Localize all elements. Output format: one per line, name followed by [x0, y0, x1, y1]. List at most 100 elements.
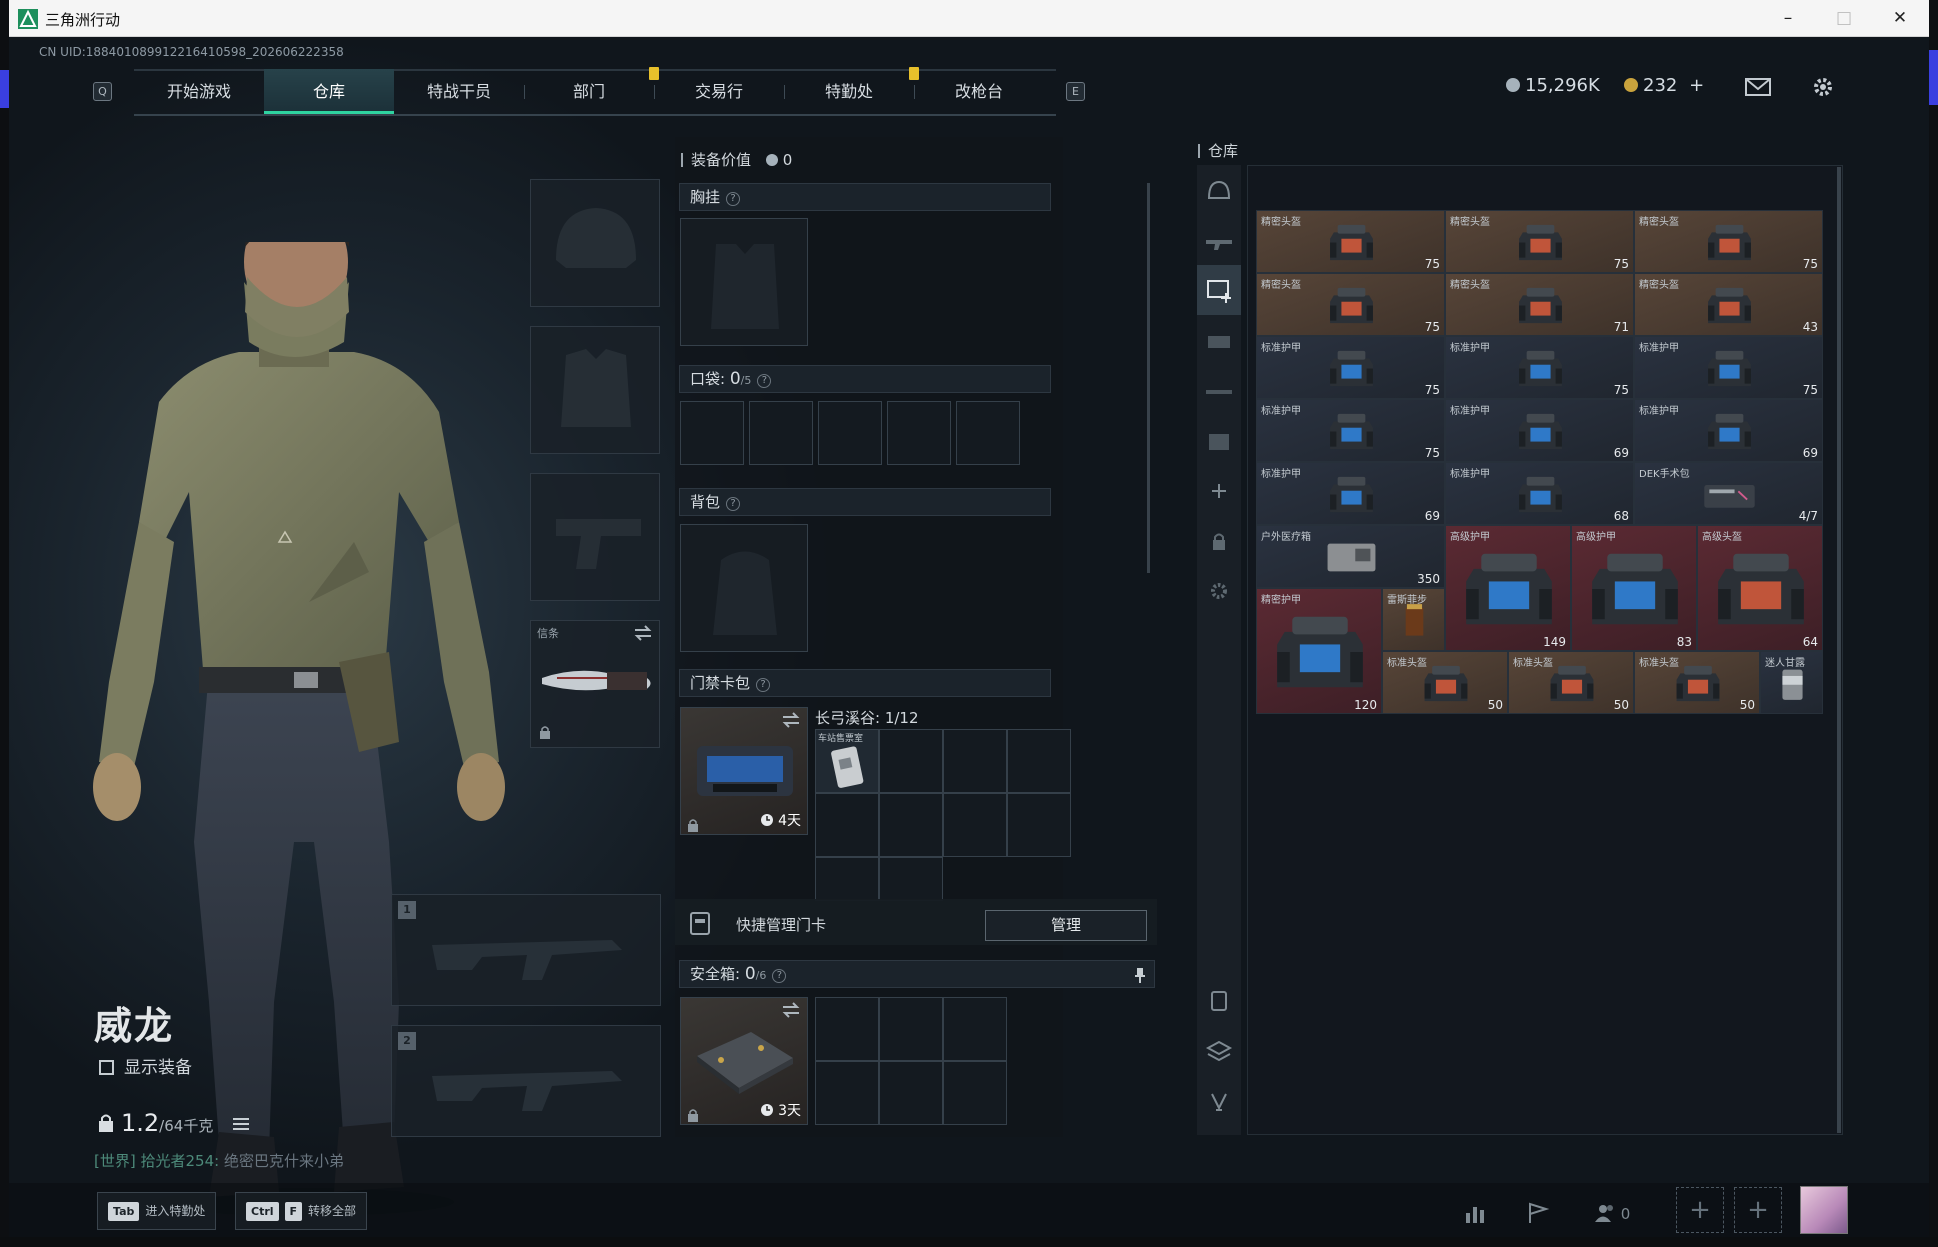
- warehouse-item[interactable]: 标准护甲 69: [1634, 399, 1823, 462]
- warehouse-item[interactable]: 标准护甲 75: [1256, 336, 1445, 399]
- swap-icon[interactable]: [633, 625, 653, 641]
- tab-operators[interactable]: 特战干员: [394, 69, 524, 114]
- attachment-filter-icon[interactable]: [1200, 372, 1238, 410]
- swap-icon[interactable]: [781, 712, 801, 728]
- keycard-case-slot[interactable]: 4天: [680, 707, 808, 835]
- player-avatar[interactable]: [1800, 1186, 1848, 1234]
- gold-currency[interactable]: 232 +: [1624, 75, 1704, 96]
- lock-filter-icon[interactable]: [1200, 522, 1238, 560]
- keycard-empty-slot[interactable]: [943, 793, 1007, 857]
- world-chat-line[interactable]: [世界] 拾光者254: 绝密巴克什来小弟: [94, 1150, 344, 1171]
- primary-weapon-slot-1[interactable]: 1: [391, 894, 661, 1006]
- team-invite-slot[interactable]: +: [1734, 1187, 1782, 1233]
- enter-special-ops-hint[interactable]: Tab 进入特勤处: [97, 1192, 217, 1230]
- helmet-filter-icon[interactable]: [1200, 172, 1238, 210]
- warehouse-scrollbar[interactable]: [1837, 167, 1841, 1133]
- keycard-empty-slot[interactable]: [815, 857, 879, 901]
- warehouse-item[interactable]: 精密头盔 75: [1256, 210, 1445, 273]
- tab-department[interactable]: 部门: [524, 69, 654, 114]
- warehouse-item[interactable]: 精密头盔 75: [1634, 210, 1823, 273]
- close-icon[interactable]: ✕: [1877, 0, 1923, 36]
- rifle-filter-icon[interactable]: [1200, 222, 1238, 260]
- help-icon[interactable]: ?: [757, 374, 772, 388]
- keycard-empty-slot[interactable]: [879, 857, 943, 901]
- keycard-empty-slot[interactable]: [879, 729, 943, 793]
- mail-icon[interactable]: [1744, 75, 1772, 99]
- loadout-scrollbar[interactable]: [1147, 183, 1150, 573]
- minimize-icon[interactable]: –: [1765, 0, 1811, 36]
- warehouse-item[interactable]: 标准护甲 69: [1256, 462, 1445, 525]
- pocket-slot[interactable]: [680, 401, 744, 465]
- ammo-filter-icon[interactable]: [1200, 322, 1238, 360]
- tab-trading[interactable]: 交易行: [654, 69, 784, 114]
- help-icon[interactable]: ?: [772, 969, 787, 983]
- warehouse-item[interactable]: 高级头盔 64: [1697, 525, 1823, 651]
- warehouse-item[interactable]: 标准护甲 75: [1634, 336, 1823, 399]
- warehouse-item[interactable]: 标准护甲 69: [1445, 399, 1634, 462]
- tab-warehouse[interactable]: 仓库: [264, 69, 394, 114]
- pocket-slot[interactable]: [887, 401, 951, 465]
- warehouse-item[interactable]: 精密头盔 43: [1634, 273, 1823, 336]
- keycard-empty-slot[interactable]: [1007, 793, 1071, 857]
- nav-prev-key[interactable]: Q: [93, 82, 112, 101]
- help-icon[interactable]: ?: [756, 678, 771, 692]
- helmet-slot[interactable]: [530, 179, 660, 307]
- warehouse-item[interactable]: 迷人甘露: [1760, 651, 1823, 714]
- swap-icon[interactable]: [781, 1002, 801, 1018]
- melee-slot[interactable]: 信条: [530, 620, 660, 748]
- pin-icon[interactable]: [1134, 967, 1146, 983]
- safe-box-cell[interactable]: [815, 997, 879, 1061]
- list-icon[interactable]: [232, 1117, 249, 1131]
- settings-filter-icon[interactable]: [1200, 572, 1238, 610]
- safe-box-cell[interactable]: [943, 1061, 1007, 1125]
- keycard-empty-slot[interactable]: [815, 793, 879, 857]
- manage-keycards-button[interactable]: 管理: [985, 910, 1147, 941]
- pistol-slot[interactable]: [530, 473, 660, 601]
- warehouse-item[interactable]: 精密护甲 120: [1256, 588, 1382, 714]
- help-icon[interactable]: ?: [726, 497, 741, 511]
- nav-next-key[interactable]: E: [1066, 82, 1085, 101]
- warehouse-item[interactable]: DEK手术包 4/7: [1634, 462, 1823, 525]
- safe-box-slot[interactable]: 3天: [680, 997, 808, 1125]
- safe-box-cell[interactable]: [943, 997, 1007, 1061]
- armor-filter-icon[interactable]: [1200, 271, 1238, 309]
- tab-special-ops[interactable]: 特勤处: [784, 69, 914, 114]
- warehouse-item[interactable]: 精密头盔 75: [1256, 273, 1445, 336]
- silver-currency[interactable]: 15,296K: [1506, 75, 1600, 96]
- safe-box-cell[interactable]: [879, 997, 943, 1061]
- help-icon[interactable]: ?: [726, 192, 741, 206]
- friends-online[interactable]: 0: [1594, 1203, 1630, 1223]
- show-equipment-checkbox[interactable]: [99, 1060, 114, 1075]
- warehouse-item[interactable]: 标准护甲 68: [1445, 462, 1634, 525]
- team-invite-slot[interactable]: +: [1676, 1187, 1724, 1233]
- sort-icon[interactable]: [1200, 982, 1238, 1020]
- tab-gunsmith[interactable]: 改枪台: [914, 69, 1044, 114]
- warehouse-item[interactable]: 标准头盔 50: [1634, 651, 1760, 714]
- stats-icon[interactable]: [1462, 1201, 1490, 1225]
- tidy-icon[interactable]: [1200, 1082, 1238, 1120]
- warehouse-item[interactable]: 标准头盔 50: [1508, 651, 1634, 714]
- add-filter-icon[interactable]: [1200, 472, 1238, 510]
- safe-box-cell[interactable]: [879, 1061, 943, 1125]
- primary-weapon-slot-2[interactable]: 2: [391, 1025, 661, 1137]
- chest-rig-slot[interactable]: [680, 218, 808, 346]
- pocket-slot[interactable]: [818, 401, 882, 465]
- warehouse-item[interactable]: 户外医疗箱 350: [1256, 525, 1445, 588]
- warehouse-item[interactable]: 精密头盔 75: [1445, 210, 1634, 273]
- show-equipment-toggle[interactable]: 显示装备: [99, 1053, 192, 1078]
- keycard-empty-slot[interactable]: [1007, 729, 1071, 793]
- warehouse-item[interactable]: 标准护甲 75: [1256, 399, 1445, 462]
- medical-filter-icon[interactable]: [1200, 422, 1238, 460]
- maximize-icon[interactable]: □: [1821, 0, 1867, 36]
- warehouse-item[interactable]: 高级护甲 149: [1445, 525, 1571, 651]
- backpack-slot[interactable]: [680, 524, 808, 652]
- warehouse-item[interactable]: 标准护甲 75: [1445, 336, 1634, 399]
- settings-icon[interactable]: [1809, 75, 1837, 99]
- transfer-all-hint[interactable]: Ctrl F 转移全部: [235, 1192, 368, 1230]
- pocket-slot[interactable]: [956, 401, 1020, 465]
- window-titlebar[interactable]: 三角洲行动 – □ ✕: [9, 0, 1929, 37]
- keycard-empty-slot[interactable]: [943, 729, 1007, 793]
- safe-box-cell[interactable]: [815, 1061, 879, 1125]
- warehouse-item[interactable]: 精密头盔 71: [1445, 273, 1634, 336]
- keycard-empty-slot[interactable]: [879, 793, 943, 857]
